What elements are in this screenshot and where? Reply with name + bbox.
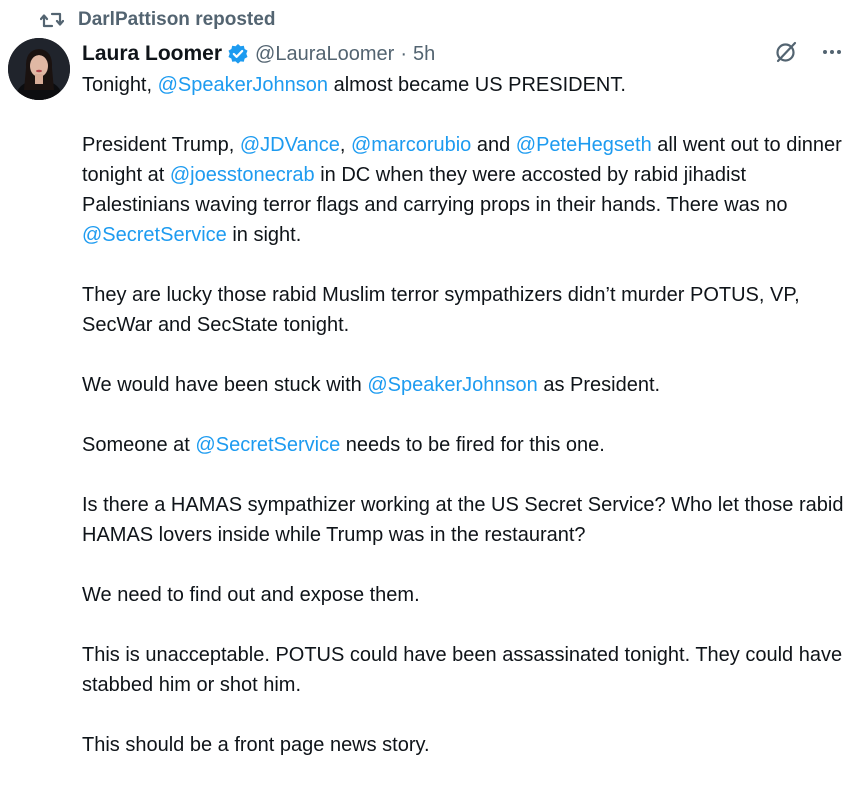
mention-link[interactable]: @PeteHegseth	[516, 134, 652, 156]
tweet-paragraph: This is unacceptable. POTUS could have b…	[82, 640, 852, 700]
repost-indicator[interactable]: DarlPattison reposted	[39, 8, 276, 32]
tweet-paragraph: This should be a front page news story.	[82, 730, 852, 760]
tweet-text-segment: Is there a HAMAS sympathizer working at …	[82, 494, 844, 546]
repost-text: DarlPattison reposted	[78, 9, 276, 30]
tweet-paragraph: Is there a HAMAS sympathizer working at …	[82, 490, 852, 550]
tweet-text-segment: We need to find out and expose them.	[82, 584, 420, 606]
author-name[interactable]: Laura Loomer	[82, 42, 222, 66]
tweet-paragraph: President Trump, @JDVance, @marcorubio a…	[82, 130, 852, 250]
tweet-text: Tonight, @SpeakerJohnson almost became U…	[82, 70, 852, 790]
tweet-text-segment: as President.	[537, 374, 661, 396]
tweet-paragraph: Someone at @SecretService needs to be fi…	[82, 430, 852, 460]
mention-link[interactable]: @joesstonecrab	[170, 164, 315, 186]
tweet-text-segment: We would have been stuck with	[82, 374, 368, 396]
mention-link[interactable]: @marcorubio	[351, 134, 471, 156]
more-icon[interactable]	[820, 40, 844, 64]
tweet-paragraph: We need to find out and expose them.	[82, 580, 852, 610]
separator-dot: ·	[400, 42, 407, 65]
tweet-text-segment: ,	[339, 134, 351, 156]
tweet-text-segment: President Trump,	[82, 134, 240, 156]
tweet-text-segment: They are lucky those rabid Muslim terror…	[82, 284, 800, 336]
header-actions	[774, 40, 844, 64]
tweet-paragraph: We would have been stuck with @SpeakerJo…	[82, 370, 852, 400]
repost-icon	[39, 10, 65, 30]
tweet-text-segment: needs to be fired for this one.	[340, 434, 605, 456]
grok-icon[interactable]	[774, 40, 798, 64]
tweet-text-segment: This is unacceptable. POTUS could have b…	[82, 644, 843, 696]
avatar-image	[8, 38, 70, 100]
tweet-header: Laura Loomer @LauraLoomer · 5h	[82, 38, 844, 70]
tweet-text-segment: and	[471, 134, 516, 156]
mention-link[interactable]: @SecretService	[195, 434, 340, 456]
verified-badge-icon[interactable]	[227, 43, 249, 65]
tweet-text-segment: This should be a front page news story.	[82, 734, 430, 756]
tweet-paragraph: They are lucky those rabid Muslim terror…	[82, 280, 852, 340]
mention-link[interactable]: @SecretService	[82, 224, 227, 246]
tweet-text-segment: Someone at	[82, 434, 196, 456]
mention-link[interactable]: @JDVance	[240, 134, 340, 156]
avatar[interactable]	[8, 38, 70, 100]
mention-link[interactable]: @SpeakerJohnson	[158, 74, 328, 96]
mention-link[interactable]: @SpeakerJohnson	[367, 374, 537, 396]
tweet-text-segment: in sight.	[226, 224, 302, 246]
author-handle[interactable]: @LauraLoomer	[255, 43, 394, 66]
tweet-paragraph: Tonight, @SpeakerJohnson almost became U…	[82, 70, 852, 100]
tweet-text-segment: almost became US PRESIDENT.	[328, 74, 626, 96]
post-time[interactable]: 5h	[413, 43, 435, 66]
tweet-text-segment: Tonight,	[82, 74, 158, 96]
